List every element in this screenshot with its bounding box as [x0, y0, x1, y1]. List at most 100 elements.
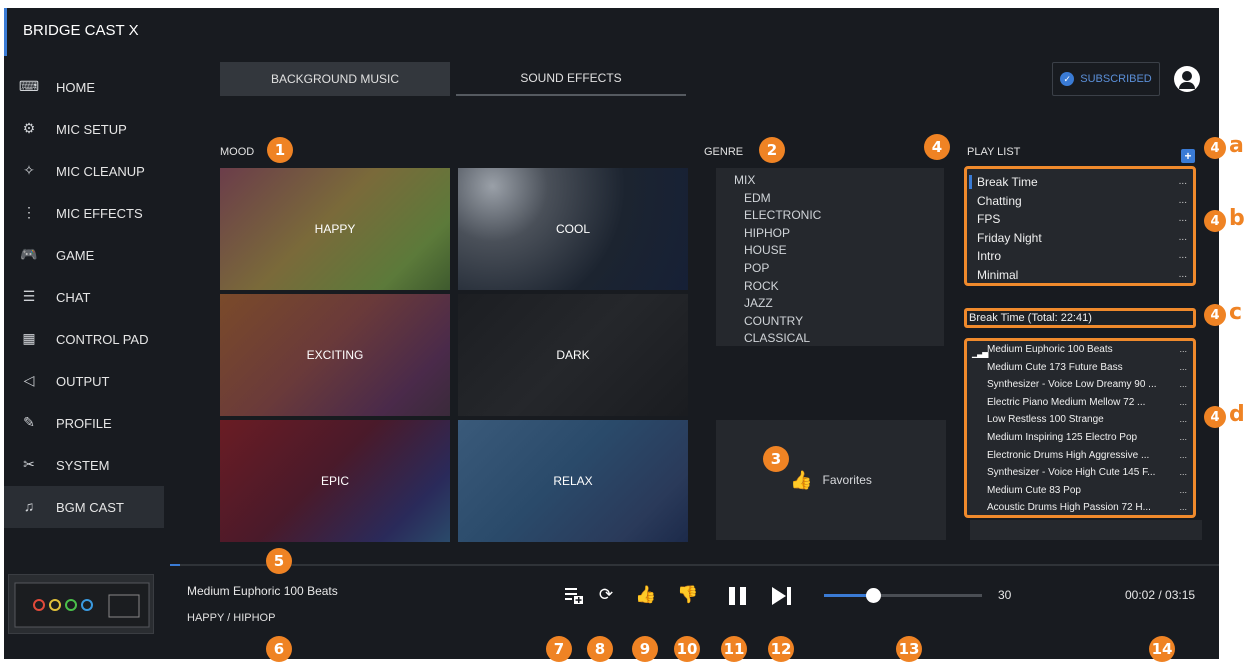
badge-12: 12 [768, 636, 794, 662]
subscribed-label: SUBSCRIBED [1080, 73, 1152, 85]
more-options-icon[interactable]: ... [1179, 341, 1187, 359]
keyboard-icon: ⌨ [18, 78, 40, 94]
genre-item-house[interactable]: HOUSE [734, 242, 944, 260]
mood-tile-dark[interactable]: DARK [458, 294, 688, 416]
sidebar-item-chat[interactable]: ☰ CHAT [4, 276, 164, 318]
sidebar-item-output[interactable]: ◁ OUTPUT [4, 360, 164, 402]
like-button[interactable]: 👍 [634, 585, 658, 605]
track-item[interactable]: Medium Inspiring 125 Electro Pop... [987, 429, 1193, 447]
more-options-icon[interactable]: ... [1179, 192, 1187, 211]
pause-icon [729, 587, 746, 605]
volume-knob[interactable] [866, 588, 881, 603]
more-options-icon[interactable]: ... [1179, 394, 1187, 412]
user-avatar-icon[interactable] [1174, 66, 1200, 92]
now-playing-bars-icon: ▁▃▅ [972, 349, 989, 358]
track-list: ▁▃▅ Medium Euphoric 100 Beats... Medium Cu… [964, 338, 1196, 518]
more-options-icon[interactable]: ... [1179, 482, 1187, 500]
more-options-icon[interactable]: ... [1179, 429, 1187, 447]
sidebar: ⌨ HOME ⚙ MIC SETUP ✧ MIC CLEANUP ⋮ MIC EFFECTS 🎮… [4, 66, 164, 528]
track-item-label: Acoustic Drums High Passion 72 H... [987, 502, 1151, 514]
now-playing-title: Medium Euphoric 100 Beats [187, 584, 338, 598]
track-item[interactable]: ▁▃▅ Medium Euphoric 100 Beats... [972, 341, 1193, 359]
tab-sound-effects[interactable]: SOUND EFFECTS [456, 62, 686, 96]
playback-progress-bar[interactable] [170, 564, 1219, 566]
playlist-item[interactable]: FPS... [977, 210, 1193, 229]
badge-5: 5 [266, 548, 292, 574]
badge-1: 1 [267, 137, 293, 163]
playlist-item[interactable]: Break Time... [969, 173, 1193, 192]
thumbs-up-icon: 👍 [790, 469, 813, 490]
add-playlist-button[interactable]: + [1181, 149, 1195, 163]
more-options-icon[interactable]: ... [1179, 229, 1187, 248]
playlist-item-label: Intro [977, 249, 1002, 263]
more-options-icon[interactable]: ... [1179, 464, 1187, 482]
genre-item-pop[interactable]: POP [734, 260, 944, 278]
track-item[interactable]: Medium Cute 173 Future Bass... [987, 359, 1193, 377]
playlist-item[interactable]: Intro... [977, 247, 1193, 266]
more-options-icon[interactable]: ... [1179, 247, 1187, 266]
more-options-icon[interactable]: ... [1179, 447, 1187, 465]
mood-tile-cool[interactable]: COOL [458, 168, 688, 290]
sidebar-item-mic-setup[interactable]: ⚙ MIC SETUP [4, 108, 164, 150]
genre-item-hiphop[interactable]: HIPHOP [734, 225, 944, 243]
track-item[interactable]: Acoustic Drums High Passion 72 H...... [987, 499, 1193, 517]
playlist-item-label: Minimal [977, 267, 1019, 282]
mood-tile-relax[interactable]: RELAX [458, 420, 688, 542]
track-item[interactable]: Electronic Drums High Aggressive ...... [987, 447, 1193, 465]
next-track-button[interactable] [770, 585, 794, 612]
volume-slider[interactable] [824, 588, 982, 603]
more-options-icon[interactable]: ... [1179, 210, 1187, 229]
dislike-button[interactable]: 👎 [676, 585, 700, 605]
pause-button[interactable] [726, 585, 750, 612]
more-options-icon[interactable]: ... [1179, 266, 1187, 285]
genre-item-jazz[interactable]: JAZZ [734, 295, 944, 313]
sidebar-item-home[interactable]: ⌨ HOME [4, 66, 164, 108]
genre-item-edm[interactable]: EDM [734, 190, 944, 208]
track-item[interactable]: Synthesizer - Voice High Cute 145 F.....… [987, 464, 1193, 482]
sidebar-item-bgm-cast[interactable]: ♫ BGM CAST [4, 486, 164, 528]
sidebar-item-game[interactable]: 🎮 GAME [4, 234, 164, 276]
sidebar-item-mic-effects[interactable]: ⋮ MIC EFFECTS [4, 192, 164, 234]
genre-item-electronic[interactable]: ELECTRONIC [734, 207, 944, 225]
more-options-icon[interactable]: ... [1179, 411, 1187, 429]
chat-icon: ☰ [22, 288, 36, 304]
tab-background-music[interactable]: BACKGROUND MUSIC [220, 62, 450, 96]
playlist-item[interactable]: Friday Night... [977, 229, 1193, 248]
app-window: BRIDGE CAST X ⌨ HOME ⚙ MIC SETUP ✧ MIC CLEANU… [4, 8, 1219, 659]
track-item[interactable]: Synthesizer - Voice Low Dreamy 90 ...... [987, 376, 1193, 394]
more-options-icon[interactable]: ... [1179, 173, 1187, 192]
genre-item-mix[interactable]: MIX [734, 172, 944, 190]
mood-tile-epic[interactable]: EPIC [220, 420, 450, 542]
sidebar-item-profile[interactable]: ✎ PROFILE [4, 402, 164, 444]
genre-item-rock[interactable]: ROCK [734, 278, 944, 296]
sidebar-item-mic-cleanup[interactable]: ✧ MIC CLEANUP [4, 150, 164, 192]
genre-item-country[interactable]: COUNTRY [734, 313, 944, 331]
playlist-item-label: Chatting [977, 193, 1022, 208]
badge-6: 6 [266, 636, 292, 662]
more-options-icon[interactable]: ... [1179, 376, 1187, 394]
playlist-item[interactable]: Minimal... [977, 266, 1193, 285]
track-item[interactable]: Low Restless 100 Strange... [987, 411, 1193, 429]
playlist-item[interactable]: Chatting... [977, 192, 1193, 211]
sidebar-item-control-pad[interactable]: ▦ CONTROL PAD [4, 318, 164, 360]
genre-list: MIX EDM ELECTRONIC HIPHOP HOUSE POP ROCK JAZZ CO… [716, 168, 944, 346]
mood-tile-exciting[interactable]: EXCITING [220, 294, 450, 416]
sidebar-item-system[interactable]: ✂ SYSTEM [4, 444, 164, 486]
track-item-label: Synthesizer - Voice Low Dreamy 90 ... [987, 379, 1157, 391]
genre-item-classical[interactable]: CLASSICAL [734, 330, 944, 348]
badge-4a: 4 [1204, 137, 1226, 159]
favorites-button[interactable]: 👍 Favorites [716, 420, 946, 540]
playlist-item-label: FPS [977, 212, 1001, 226]
more-options-icon[interactable]: ... [1179, 359, 1187, 377]
subscribed-button[interactable]: ✓ SUBSCRIBED [1052, 62, 1160, 96]
repeat-button[interactable]: ⟳ [594, 585, 618, 605]
more-options-icon[interactable]: ... [1179, 499, 1187, 517]
music-note-icon: ♫ [23, 498, 35, 514]
add-to-playlist-button[interactable] [562, 585, 586, 610]
badge-4b: 4 [1204, 210, 1226, 232]
track-item[interactable]: Medium Cute 83 Pop... [987, 482, 1193, 500]
track-item[interactable]: Electric Piano Medium Mellow 72 ...... [987, 394, 1193, 412]
mood-tile-happy[interactable]: HAPPY [220, 168, 450, 290]
badge-8: 8 [587, 636, 613, 662]
badge-9: 9 [632, 636, 658, 662]
